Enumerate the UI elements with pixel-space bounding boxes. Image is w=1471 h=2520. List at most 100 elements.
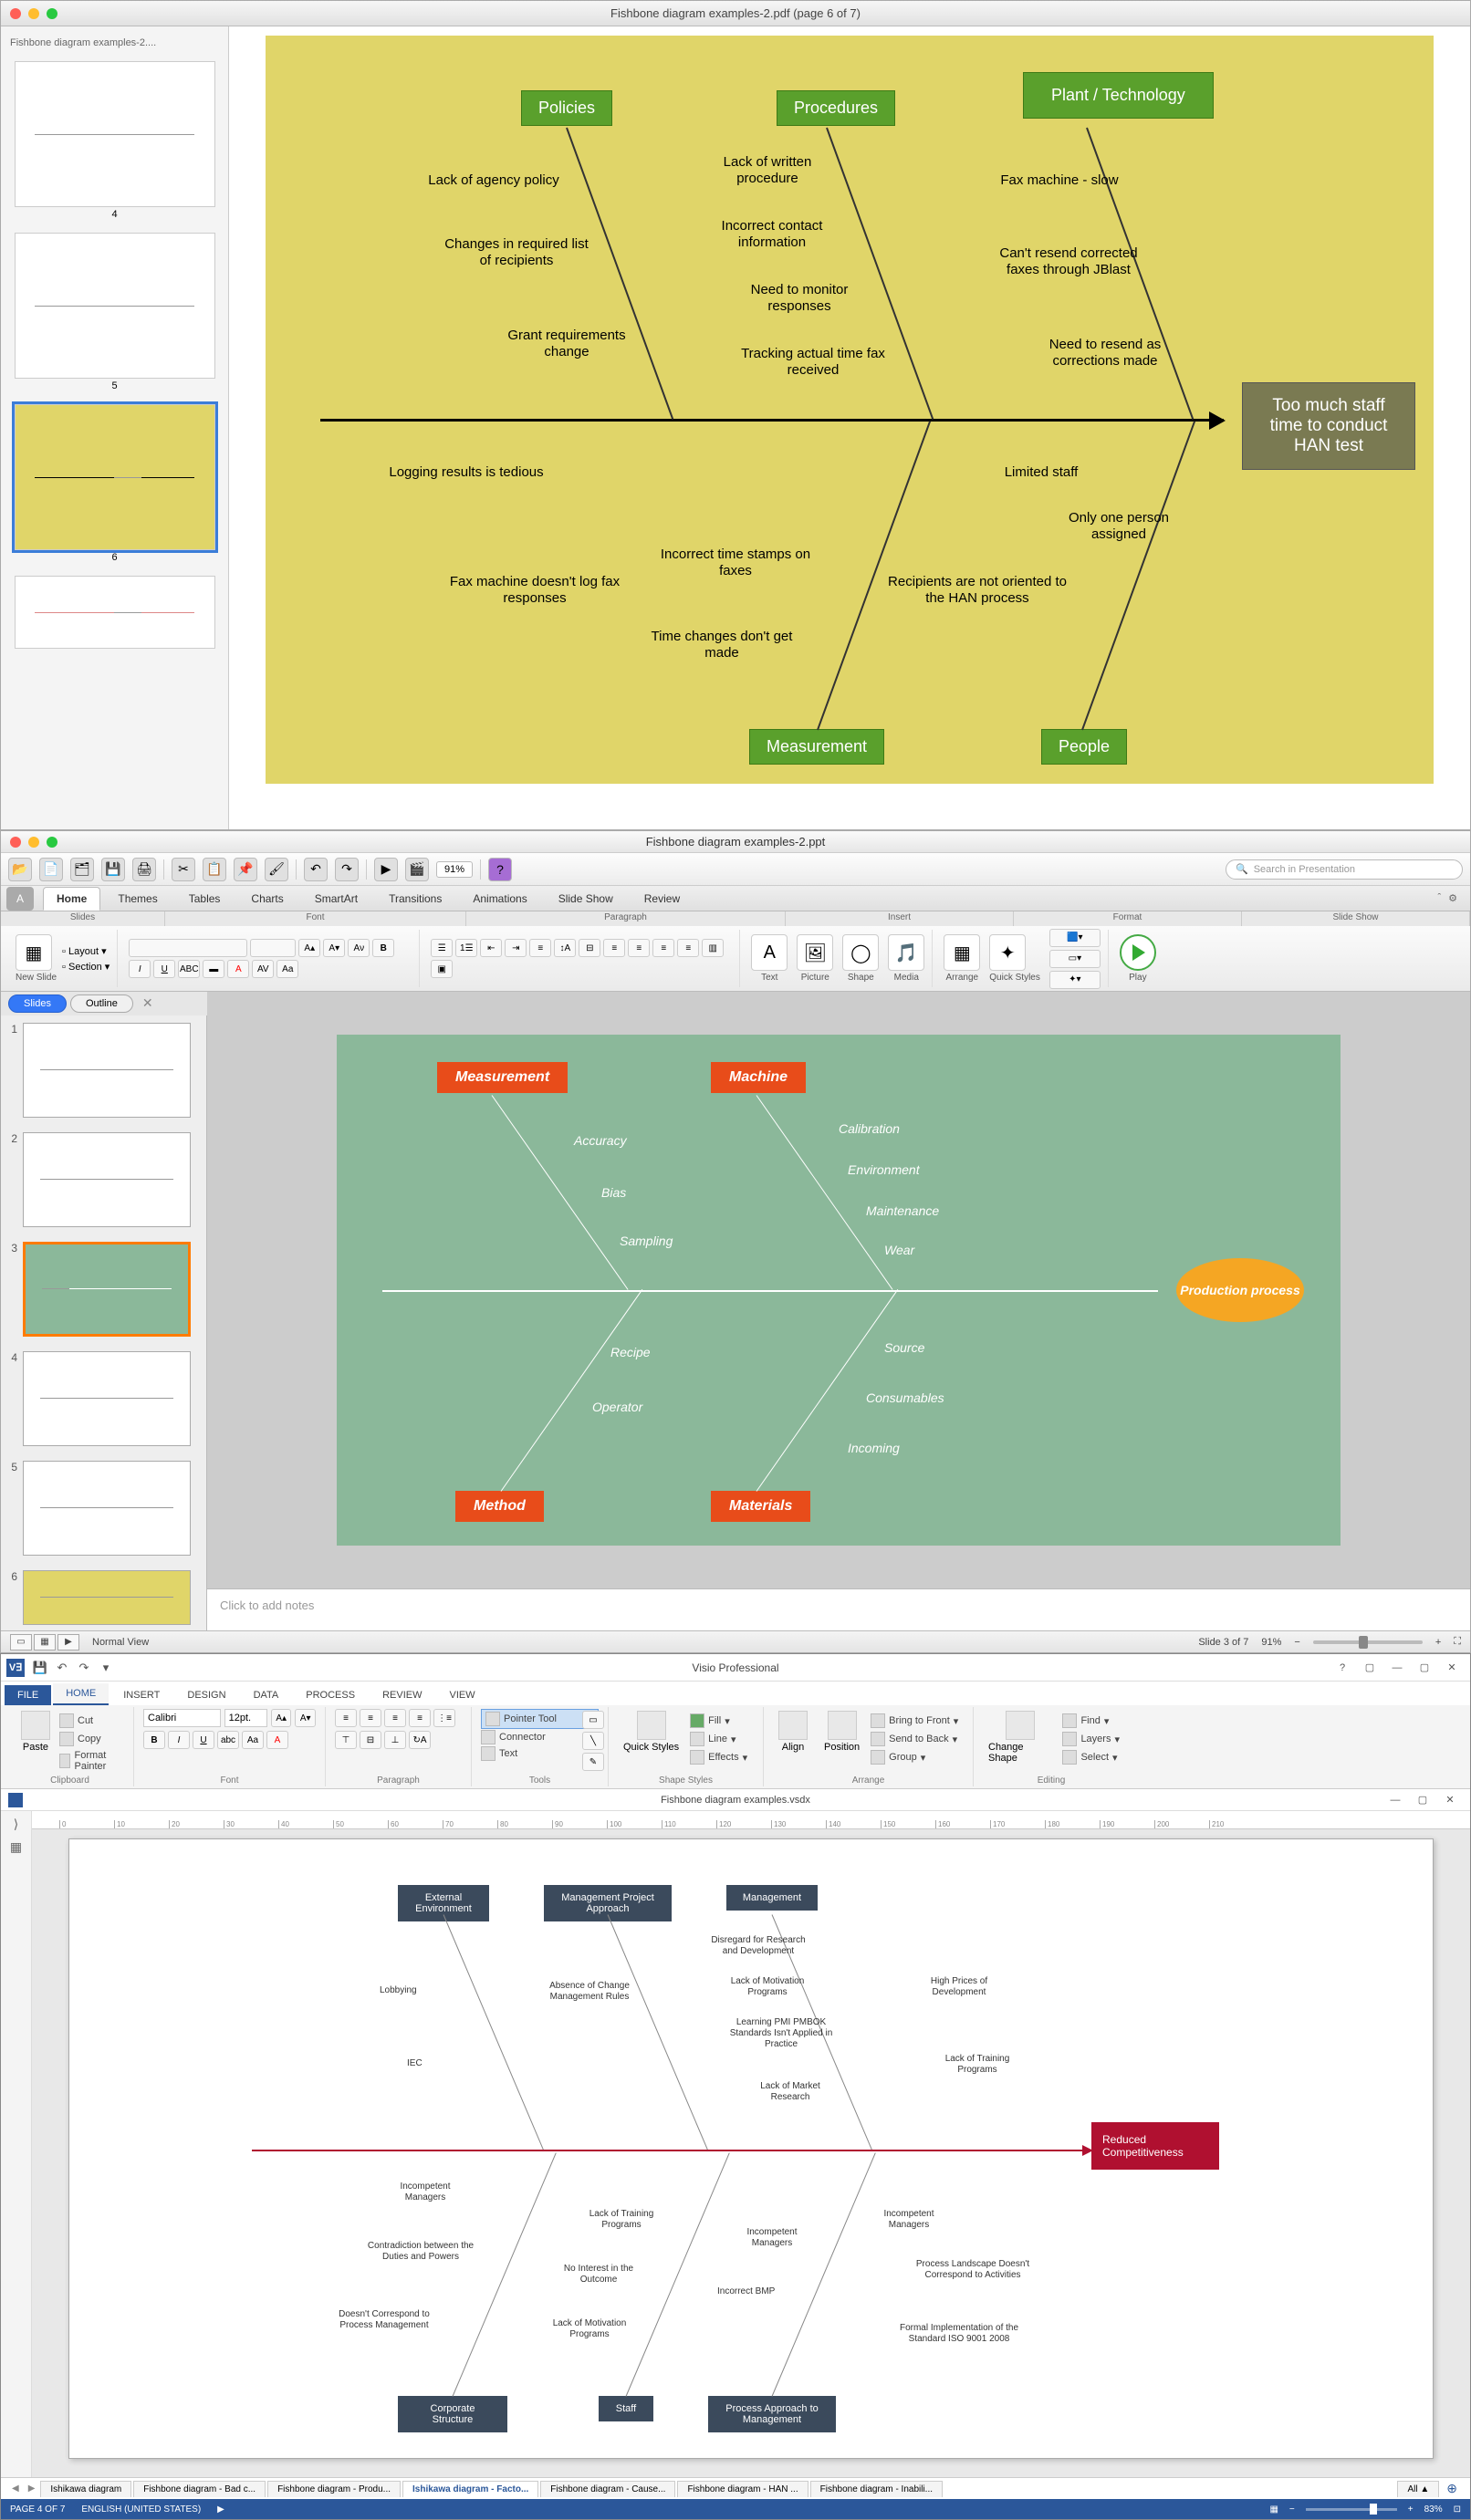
tab-slideshow[interactable]: Slide Show: [545, 887, 627, 911]
zoom-label[interactable]: 83%: [1424, 2504, 1443, 2515]
slide-thumbnails[interactable]: 1 2 3 4 5 6: [1, 1015, 207, 1630]
sheet-nav-next-icon[interactable]: ▶: [25, 2484, 39, 2494]
rotate-text-button[interactable]: ↻A: [409, 1731, 431, 1749]
align-text-button[interactable]: ⊟: [579, 939, 600, 957]
paste-icon[interactable]: 📌: [234, 858, 257, 881]
align-left-button[interactable]: ≡: [603, 939, 625, 957]
arrange-button[interactable]: ▦: [944, 934, 980, 971]
effects-dropdown[interactable]: Effects ▾: [690, 1749, 747, 1765]
page-thumbnail-selected[interactable]: [15, 404, 215, 550]
drawing-canvas[interactable]: External Environment Management Project …: [32, 1829, 1470, 2477]
cut-button[interactable]: Cut: [59, 1713, 124, 1729]
tab-home[interactable]: Home: [43, 887, 100, 911]
section-dropdown[interactable]: ▫ Section ▾: [62, 961, 110, 973]
slide-thumbnail[interactable]: [23, 1023, 191, 1118]
normal-view-icon[interactable]: ▭: [10, 1634, 32, 1650]
highlight-button[interactable]: ▬: [203, 960, 224, 978]
numbering-button[interactable]: 1☰: [455, 939, 477, 957]
slide-thumbnail[interactable]: [23, 1570, 191, 1625]
shape-fill-button[interactable]: 🟦▾: [1049, 929, 1101, 947]
tab-insert[interactable]: INSERT: [110, 1685, 172, 1705]
sheet-tab[interactable]: Fishbone diagram - Bad c...: [133, 2481, 266, 2497]
font-size-dropdown[interactable]: 12pt.: [224, 1709, 267, 1727]
group-button[interactable]: Group ▾: [871, 1749, 958, 1765]
undo-icon[interactable]: ↶: [304, 858, 328, 881]
help-icon[interactable]: ?: [488, 858, 512, 881]
document-titlebar[interactable]: Fishbone diagram examples.vsdx —▢✕: [1, 1789, 1470, 1811]
shape-outline-button[interactable]: ▭▾: [1049, 950, 1101, 968]
change-case-button[interactable]: Aa: [242, 1731, 264, 1749]
connector-tool-button[interactable]: Connector: [481, 1729, 599, 1745]
sheet-tab[interactable]: Fishbone diagram - Inabili...: [810, 2481, 943, 2497]
fill-dropdown[interactable]: Fill ▾: [690, 1713, 747, 1729]
page-thumbnail[interactable]: [15, 61, 215, 207]
underline-button[interactable]: U: [153, 960, 175, 978]
tab-slides[interactable]: Slides: [8, 994, 67, 1013]
sheet-tab[interactable]: Fishbone diagram - Cause...: [540, 2481, 675, 2497]
tab-tables[interactable]: Tables: [175, 887, 235, 911]
increase-indent-button[interactable]: ⇥: [505, 939, 527, 957]
page-indicator[interactable]: PAGE 4 OF 7: [10, 2504, 65, 2515]
slide-thumbnail[interactable]: [23, 1461, 191, 1556]
tab-transitions[interactable]: Transitions: [375, 887, 455, 911]
align-left-button[interactable]: ≡: [335, 1709, 357, 1727]
increase-font-button[interactable]: A▴: [298, 939, 320, 957]
align-center-button[interactable]: ≡: [628, 939, 650, 957]
sorter-view-icon[interactable]: ▦: [34, 1634, 56, 1650]
slide-thumbnail[interactable]: [23, 1351, 191, 1446]
zoom-in-icon[interactable]: +: [1435, 1637, 1441, 1648]
tab-themes[interactable]: Themes: [104, 887, 171, 911]
strikethrough-button[interactable]: ABC: [178, 960, 200, 978]
align-button[interactable]: [778, 1711, 808, 1740]
align-right-button[interactable]: ≡: [384, 1709, 406, 1727]
new-sheet-icon[interactable]: ⊕: [1441, 2481, 1463, 2496]
shapes-icon[interactable]: ⟩: [14, 1817, 18, 1832]
position-button[interactable]: [828, 1711, 857, 1740]
all-sheets-button[interactable]: All ▲: [1397, 2481, 1439, 2497]
align-right-button[interactable]: ≡: [652, 939, 674, 957]
char-spacing-button[interactable]: AV: [252, 960, 274, 978]
bold-button[interactable]: B: [372, 939, 394, 957]
format-painter-button[interactable]: Format Painter: [59, 1749, 124, 1773]
change-case-button[interactable]: Aa: [276, 960, 298, 978]
copy-icon[interactable]: 📋: [203, 858, 226, 881]
text-direction-button[interactable]: ↕A: [554, 939, 576, 957]
format-painter-icon[interactable]: 🖌: [265, 858, 288, 881]
collapse-ribbon-icon[interactable]: ˆ: [1437, 892, 1441, 904]
shape-button[interactable]: ◯: [842, 934, 879, 971]
thumbnail-sidebar[interactable]: Fishbone diagram examples-2.... 4 5 6: [1, 26, 229, 829]
copy-button[interactable]: Copy: [59, 1731, 124, 1747]
clear-format-button[interactable]: Aν: [348, 939, 370, 957]
slideshow-icon[interactable]: ▶: [374, 858, 398, 881]
zoom-value[interactable]: 91%: [436, 861, 473, 878]
font-family-dropdown[interactable]: Calibri: [143, 1709, 221, 1727]
language-indicator[interactable]: ENGLISH (UNITED STATES): [81, 2504, 201, 2515]
italic-button[interactable]: I: [129, 960, 151, 978]
align-center-button[interactable]: ≡: [360, 1709, 381, 1727]
zoom-in-icon[interactable]: +: [1408, 2504, 1414, 2515]
line-dropdown[interactable]: Line ▾: [690, 1731, 747, 1747]
align-top-button[interactable]: ⊤: [335, 1731, 357, 1749]
shapes-pane-collapsed[interactable]: ⟩ ▦: [1, 1811, 32, 2477]
macro-icon[interactable]: ▶: [217, 2504, 224, 2515]
new-icon[interactable]: 📄: [39, 858, 63, 881]
save-icon[interactable]: 💾: [101, 858, 125, 881]
notes-pane[interactable]: Click to add notes: [207, 1588, 1470, 1630]
slide-canvas[interactable]: Measurement Machine Method Materials Pro…: [207, 992, 1470, 1588]
layout-dropdown[interactable]: ▫ Layout ▾: [62, 945, 110, 957]
italic-button[interactable]: I: [168, 1731, 190, 1749]
tab-smartart[interactable]: SmartArt: [301, 887, 371, 911]
font-color-button[interactable]: A: [227, 960, 249, 978]
titlebar[interactable]: Fishbone diagram examples-2.pdf (page 6 …: [1, 1, 1470, 26]
print-icon[interactable]: 🖨: [132, 858, 156, 881]
slide-thumbnail-selected[interactable]: [23, 1242, 191, 1337]
zoom-out-icon[interactable]: −: [1289, 2504, 1295, 2515]
page-thumbnail[interactable]: [15, 233, 215, 379]
zoom-slider[interactable]: [1313, 1640, 1423, 1644]
bullets-button[interactable]: ☰: [431, 939, 453, 957]
tab-process[interactable]: PROCESS: [293, 1685, 368, 1705]
tab-charts[interactable]: Charts: [237, 887, 297, 911]
tab-outline[interactable]: Outline: [70, 994, 133, 1013]
tab-data[interactable]: DATA: [241, 1685, 292, 1705]
tab-view[interactable]: VIEW: [436, 1685, 487, 1705]
